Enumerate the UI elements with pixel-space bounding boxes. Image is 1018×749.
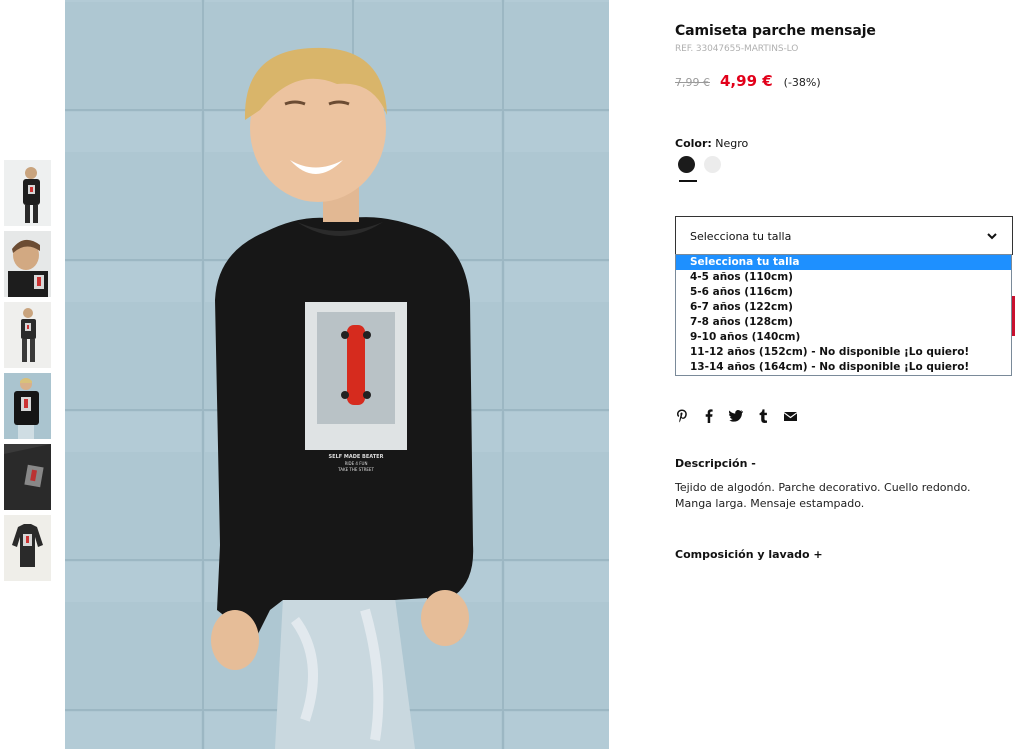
size-dropdown-list: Selecciona tu talla 4-5 años (110cm) 5-6…	[675, 254, 1012, 376]
size-option[interactable]: 13-14 años (164cm) - No disponible ¡Lo q…	[676, 360, 1011, 375]
product-ref: REF. 33047655-MARTINS-LO	[675, 44, 799, 54]
patch-text-2: RIDE 4 FUN	[345, 461, 368, 466]
tumblr-icon[interactable]	[756, 409, 770, 423]
size-option[interactable]: 6-7 años (122cm)	[676, 300, 1011, 315]
size-select-value: Selecciona tu talla	[690, 230, 792, 243]
add-to-cart-button-edge[interactable]	[1012, 296, 1015, 336]
thumbnail-6[interactable]	[4, 515, 51, 581]
thumbnail-1[interactable]	[4, 160, 51, 226]
color-value: Negro	[715, 137, 749, 150]
size-option[interactable]: 9-10 años (140cm)	[676, 330, 1011, 345]
patch-text-1: SELF MADE BEATER	[329, 454, 384, 460]
thumbnail-gallery	[4, 160, 51, 586]
discount-badge: (-38%)	[783, 76, 821, 89]
size-option[interactable]: Selecciona tu talla	[676, 255, 1011, 270]
composition-toggle[interactable]: Composición y lavado +	[675, 548, 823, 561]
size-select[interactable]: Selecciona tu talla	[675, 216, 1013, 255]
thumbnail-5[interactable]	[4, 444, 51, 510]
thumbnail-2[interactable]	[4, 231, 51, 297]
color-swatch-negro[interactable]	[678, 156, 695, 173]
size-option[interactable]: 4-5 años (110cm)	[676, 270, 1011, 285]
size-option[interactable]: 11-12 años (152cm) - No disponible ¡Lo q…	[676, 345, 1011, 360]
share-icons	[675, 409, 810, 423]
price-row: 7,99 € 4,99 € (-38%)	[675, 72, 821, 90]
color-swatch-blanco[interactable]	[704, 156, 721, 173]
facebook-icon[interactable]	[702, 409, 716, 423]
main-product-image[interactable]: SELF MADE BEATER RIDE 4 FUN TAKE THE STR…	[65, 0, 609, 749]
chevron-down-icon	[987, 233, 997, 240]
thumbnail-3[interactable]	[4, 302, 51, 368]
twitter-icon[interactable]	[729, 409, 743, 423]
size-option[interactable]: 5-6 años (116cm)	[676, 285, 1011, 300]
thumbnail-4[interactable]	[4, 373, 51, 439]
selected-swatch-indicator	[679, 180, 697, 182]
original-price: 7,99 €	[675, 76, 710, 89]
product-title: Camiseta parche mensaje	[675, 23, 876, 39]
description-text: Tejido de algodón. Parche decorativo. Cu…	[675, 481, 971, 510]
size-option[interactable]: 7-8 años (128cm)	[676, 315, 1011, 330]
sale-price: 4,99 €	[720, 72, 773, 90]
color-label: Color:	[675, 137, 712, 150]
email-icon[interactable]	[783, 409, 797, 423]
description-toggle[interactable]: Descripción -	[675, 457, 756, 470]
patch-text-3: TAKE THE STREET	[337, 467, 374, 472]
pinterest-icon[interactable]	[675, 409, 689, 423]
color-label-row: Color: Negro	[675, 137, 748, 150]
